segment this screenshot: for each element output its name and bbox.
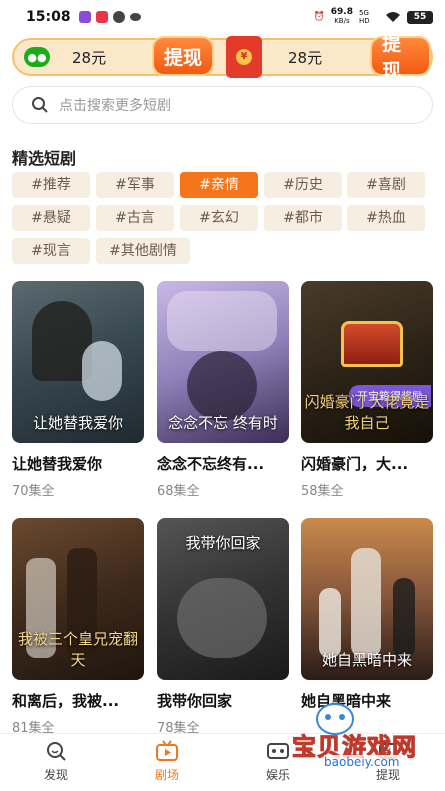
poster-title: 她自黑暗中来: [321, 651, 412, 669]
tag-comedy[interactable]: #喜剧: [347, 172, 425, 198]
nav-discover[interactable]: 发现: [26, 740, 86, 783]
wifi-icon: [386, 12, 400, 22]
drama-card[interactable]: 念念不忘 终有时 念念不忘终有... 68集全: [157, 281, 289, 499]
site-watermark: 宝贝游戏网 baobeiy.com: [252, 697, 442, 769]
drama-title: 和离后，我被...: [12, 692, 120, 710]
redpacket-withdraw-button[interactable]: 提现: [370, 33, 431, 82]
drama-poster[interactable]: 念念不忘 终有时: [157, 281, 289, 443]
wechat-amount: 28元: [72, 48, 107, 67]
drama-card[interactable]: 开宝箱得奖励 闪婚豪门 大佬竟是我自己 闪婚豪门，大... 58集全: [301, 281, 433, 499]
network-speed-unit: KB/s: [334, 17, 350, 25]
app-notification-icon: [95, 11, 108, 23]
status-time: 15:08: [26, 9, 71, 25]
tag-modern-romance[interactable]: #现言: [12, 238, 90, 264]
eye-icon: [129, 13, 141, 21]
drama-card[interactable]: 她自黑暗中来 她自黑暗中来: [301, 518, 433, 717]
drama-poster[interactable]: 让她替我爱你: [12, 281, 144, 443]
search-icon: [32, 97, 48, 113]
theater-icon: [156, 740, 178, 761]
nav-label: 发现: [43, 768, 68, 782]
drama-title: 让她替我爱你: [12, 455, 103, 473]
app-notification-icon: [78, 11, 91, 23]
poster-title: 念念不忘 终有时: [168, 414, 278, 432]
poster-title: 我被三个皇兄宠翻天: [17, 630, 138, 669]
nav-label: 剧场: [154, 768, 179, 782]
nav-label: 提现: [375, 768, 400, 782]
search-placeholder: 点击搜索更多短剧: [59, 98, 171, 114]
drama-title: 闪婚豪门，大...: [301, 455, 409, 473]
tag-suspense[interactable]: #悬疑: [12, 205, 90, 231]
tag-military[interactable]: #军事: [96, 172, 174, 198]
tag-family[interactable]: #亲情: [180, 172, 258, 198]
tag-ancient-romance[interactable]: #古言: [96, 205, 174, 231]
drama-poster[interactable]: 她自黑暗中来: [301, 518, 433, 680]
wechat-icon: ●●: [24, 47, 50, 67]
nav-label: 娱乐: [265, 768, 290, 782]
discover-icon: [47, 742, 66, 761]
treasure-chest-icon[interactable]: [341, 321, 403, 367]
alarm-icon: ⏰: [313, 12, 325, 22]
poster-title: 闪婚豪门 大佬竟是我自己: [304, 393, 430, 432]
drama-poster[interactable]: 开宝箱得奖励 闪婚豪门 大佬竟是我自己: [301, 281, 433, 443]
tag-passion[interactable]: #热血: [347, 205, 425, 231]
red-packet-icon: ¥: [226, 36, 262, 78]
reward-bar: ●● 28元 提现 ¥ 28元 提现: [12, 33, 433, 82]
nav-theater[interactable]: 剧场: [137, 740, 197, 783]
battery-indicator: 55: [407, 10, 433, 24]
tag-recommend[interactable]: #推荐: [12, 172, 90, 198]
drama-episodes: 68集全: [157, 484, 200, 499]
status-bar: 15:08 ⏰ 69.8 KB/s 5G HD 55: [0, 0, 445, 34]
section-title: 精选短剧: [12, 149, 77, 168]
drama-episodes: 58集全: [301, 484, 344, 499]
network-type: 5G HD: [359, 9, 370, 25]
redpacket-reward: ¥ 28元 提现: [226, 33, 431, 82]
wechat-withdraw-button[interactable]: 提现: [152, 36, 214, 76]
drama-poster[interactable]: 我被三个皇兄宠翻天: [12, 518, 144, 680]
search-input[interactable]: 点击搜索更多短剧: [12, 86, 433, 124]
watermark-url: baobeiy.com: [324, 755, 400, 769]
redpacket-amount: 28元: [288, 48, 323, 67]
poster-title: 让她替我爱你: [32, 414, 123, 432]
tag-history[interactable]: #历史: [264, 172, 342, 198]
tag-urban[interactable]: #都市: [264, 205, 342, 231]
drama-title: 念念不忘终有...: [157, 455, 265, 473]
drama-poster[interactable]: 我带你回家: [157, 518, 289, 680]
tag-fantasy[interactable]: #玄幻: [180, 205, 258, 231]
drama-card[interactable]: 让她替我爱你 让她替我爱你 70集全: [12, 281, 144, 499]
drama-card[interactable]: 我被三个皇兄宠翻天 和离后，我被... 81集全: [12, 518, 144, 736]
network-speed: 69.8: [330, 7, 353, 17]
tag-other[interactable]: #其他剧情: [96, 238, 190, 264]
poster-title: 我带你回家: [185, 534, 261, 552]
message-icon: [112, 11, 125, 23]
drama-episodes: 70集全: [12, 484, 55, 499]
wechat-reward: ●● 28元 提现: [14, 36, 214, 76]
